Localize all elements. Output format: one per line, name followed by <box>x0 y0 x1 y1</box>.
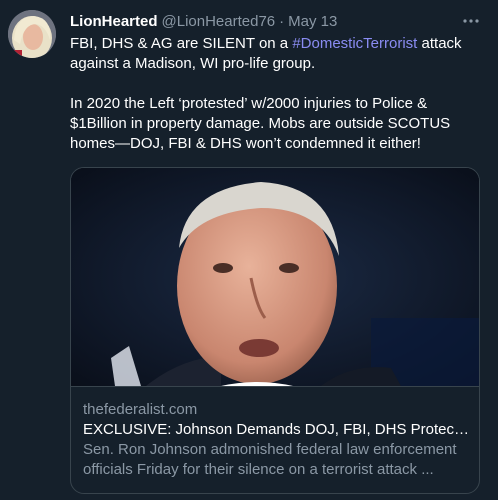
card-body: thefederalist.com EXCLUSIVE: Johnson Dem… <box>83 400 469 480</box>
avatar[interactable] <box>8 10 56 58</box>
tweet-text-part1: FBI, DHS & AG are SILENT on a <box>70 35 293 52</box>
hashtag-link[interactable]: #DomesticTerrorist <box>292 35 417 52</box>
card-title[interactable]: EXCLUSIVE: Johnson Demands DOJ, FBI, DHS… <box>83 420 469 440</box>
more-horizontal-icon[interactable] <box>460 10 482 32</box>
card-image[interactable] <box>71 168 479 387</box>
card-description: Sen. Ron Johnson admonished federal law … <box>83 441 457 478</box>
tweet-timestamp[interactable]: May 13 <box>288 13 337 30</box>
link-card[interactable]: thefederalist.com EXCLUSIVE: Johnson Dem… <box>70 167 480 494</box>
tweet-header: LionHearted @LionHearted76 · May 13 <box>70 10 337 32</box>
tweet-paragraph-1: FBI, DHS & AG are SILENT on a #DomesticT… <box>70 34 486 74</box>
tweet[interactable]: LionHearted @LionHearted76 · May 13 FBI,… <box>0 0 498 500</box>
avatar-image <box>8 10 56 58</box>
display-name[interactable]: LionHearted <box>70 13 158 30</box>
card-domain: thefederalist.com <box>83 401 198 418</box>
tweet-text: FBI, DHS & AG are SILENT on a #DomesticT… <box>70 34 486 154</box>
user-handle[interactable]: @LionHearted76 <box>162 13 276 30</box>
tweet-paragraph-2: In 2020 the Left ‘protested’ w/2000 inju… <box>70 95 451 152</box>
separator-dot: · <box>279 12 285 30</box>
